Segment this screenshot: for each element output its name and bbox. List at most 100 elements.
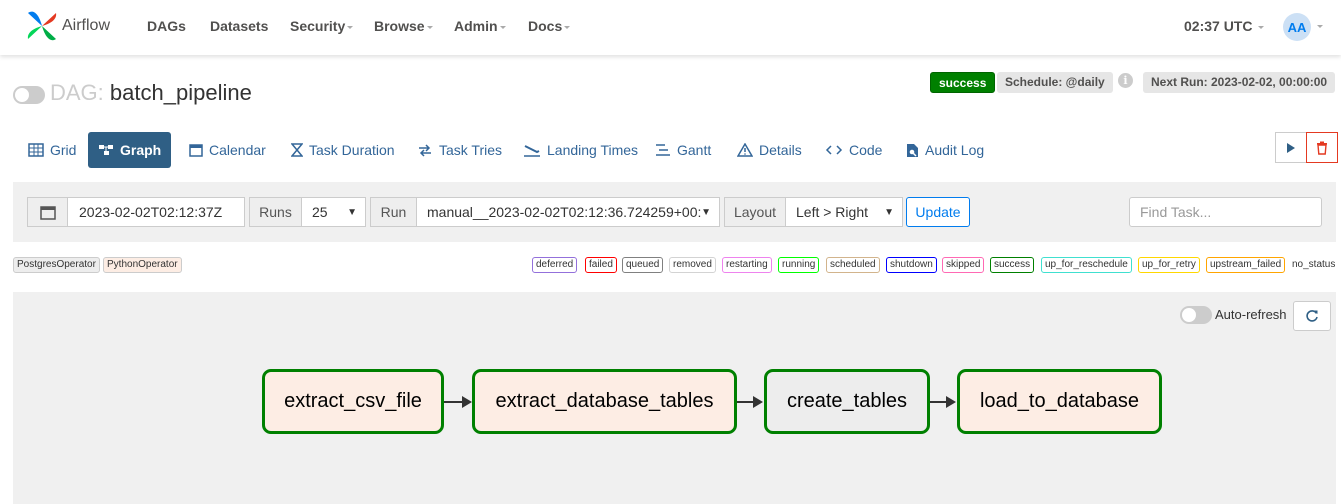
legend-state-restarting: restarting	[722, 257, 772, 273]
tab-landing-times[interactable]: Landing Times	[513, 132, 648, 168]
next-run-badge: Next Run: 2023-02-02, 00:00:00	[1143, 72, 1336, 93]
tab-gantt-label: Gantt	[677, 142, 712, 158]
tab-calendar-label: Calendar	[209, 142, 266, 158]
grid-icon	[28, 143, 44, 157]
tab-task-tries[interactable]: Task Tries	[407, 132, 512, 168]
utc-clock[interactable]: 02:37 UTC	[1184, 18, 1265, 34]
legend-state-running: running	[778, 257, 820, 273]
delete-dag-button[interactable]	[1306, 132, 1338, 163]
tab-graph[interactable]: Graph	[88, 132, 171, 168]
legend-state-upstream-failed: upstream_failed	[1206, 257, 1286, 273]
graph-icon	[98, 143, 114, 157]
find-task-input[interactable]	[1129, 197, 1322, 227]
refresh-button[interactable]	[1293, 301, 1331, 331]
base-date-input[interactable]: 2023-02-02T02:12:37Z	[67, 197, 245, 227]
schedule-badge: Schedule: @daily	[997, 72, 1113, 93]
user-avatar[interactable]: AA	[1283, 13, 1311, 41]
calendar-icon	[39, 205, 56, 220]
auto-refresh-toggle[interactable]	[1180, 306, 1212, 324]
landing-icon	[523, 143, 541, 157]
task-node-label: create_tables	[786, 390, 908, 412]
legend-state-skipped: skipped	[942, 257, 985, 273]
tab-audit-log[interactable]: Audit Log	[896, 132, 994, 168]
run-label: Run	[370, 197, 417, 227]
airflow-brand[interactable]: Airflow	[26, 9, 110, 43]
tab-gantt[interactable]: Gantt	[645, 132, 721, 168]
nav-browse-label: Browse	[374, 18, 425, 34]
legend-state-failed: failed	[585, 257, 617, 273]
tab-graph-label: Graph	[120, 142, 162, 158]
nav-admin-label: Admin	[454, 18, 498, 34]
tab-task-duration[interactable]: Task Duration	[281, 132, 405, 168]
chevron-down-icon: ▼	[701, 206, 711, 218]
nav-browse[interactable]: Browse	[374, 18, 433, 34]
nav-docs-label: Docs	[528, 18, 563, 34]
runs-select[interactable]: 25 ▼	[301, 197, 366, 227]
task-node[interactable]: extract_database_tables	[472, 369, 737, 434]
task-node-label: extract_database_tables	[495, 390, 714, 412]
legend-postgres-operator: PostgresOperator	[13, 257, 100, 273]
edge-arrow	[444, 396, 472, 408]
trash-icon	[1317, 141, 1327, 155]
nav-datasets-label: Datasets	[210, 18, 269, 34]
chevron-down-icon	[499, 25, 506, 29]
tab-code-label: Code	[849, 142, 883, 158]
chevron-down-icon: ▼	[347, 206, 357, 218]
runs-value: 25	[312, 204, 328, 220]
chevron-down-icon	[1258, 25, 1265, 29]
airflow-logo-icon	[27, 11, 57, 41]
navbar: Airflow DAGs Datasets Security Browse Ad…	[0, 0, 1341, 55]
tab-code[interactable]: Code	[815, 132, 892, 168]
nav-datasets[interactable]: Datasets	[210, 18, 268, 34]
chevron-down-icon: ▼	[884, 206, 894, 218]
legend-state-removed: removed	[669, 257, 716, 273]
chevron-down-icon	[426, 25, 433, 29]
brand-name: Airflow	[62, 17, 111, 34]
legend-state-success: success	[990, 257, 1035, 273]
dag-name: batch_pipeline	[109, 80, 252, 105]
tab-details[interactable]: Details	[727, 132, 812, 168]
tab-calendar[interactable]: Calendar	[179, 132, 276, 168]
calendar-picker-button[interactable]	[27, 197, 68, 227]
runs-label: Runs	[249, 197, 302, 227]
task-node[interactable]: extract_csv_file	[262, 369, 444, 434]
run-value: manual__2023-02-02T02:12:36.724259+00:00	[427, 204, 701, 220]
nav-security[interactable]: Security	[290, 18, 354, 34]
clock-time: 02:37 UTC	[1184, 18, 1253, 34]
info-icon[interactable]: i	[1118, 73, 1133, 88]
hourglass-icon	[291, 143, 303, 157]
nav-dags[interactable]: DAGs	[147, 18, 186, 34]
gantt-icon	[655, 143, 671, 157]
legend-python-operator: PythonOperator	[103, 257, 182, 273]
auto-refresh-label: Auto-refresh	[1215, 307, 1287, 322]
nav-dags-label: DAGs	[147, 18, 186, 34]
audit-icon	[906, 143, 919, 158]
dag-pause-toggle[interactable]	[13, 86, 45, 104]
legend-state-up-for-retry: up_for_retry	[1138, 257, 1200, 273]
legend-state-up-for-reschedule: up_for_reschedule	[1041, 257, 1132, 273]
chevron-down-icon	[564, 25, 571, 29]
task-node-label: load_to_database	[979, 390, 1140, 412]
task-node[interactable]: load_to_database	[957, 369, 1162, 434]
update-button[interactable]: Update	[906, 197, 970, 227]
legend-state-no-status: no_status	[1288, 257, 1340, 273]
warning-icon	[737, 143, 753, 157]
task-node[interactable]: create_tables	[764, 369, 930, 434]
retry-icon	[417, 143, 433, 157]
layout-select[interactable]: Left > Right ▼	[785, 197, 903, 227]
tab-task-tries-label: Task Tries	[439, 142, 503, 158]
tab-task-duration-label: Task Duration	[309, 142, 395, 158]
nav-docs[interactable]: Docs	[528, 18, 571, 34]
tab-audit-log-label: Audit Log	[925, 142, 985, 158]
legend-state-queued: queued	[622, 257, 664, 273]
trigger-dag-button[interactable]	[1275, 132, 1307, 163]
tab-details-label: Details	[759, 142, 802, 158]
chevron-down-icon	[347, 25, 354, 29]
tab-landing-times-label: Landing Times	[547, 142, 639, 158]
nav-admin[interactable]: Admin	[454, 18, 506, 34]
run-select[interactable]: manual__2023-02-02T02:12:36.724259+00:00…	[416, 197, 720, 227]
page-title: DAG: batch_pipeline	[50, 80, 252, 106]
nav-security-label: Security	[290, 18, 346, 34]
tab-grid[interactable]: Grid	[18, 132, 86, 168]
tab-grid-label: Grid	[50, 142, 77, 158]
